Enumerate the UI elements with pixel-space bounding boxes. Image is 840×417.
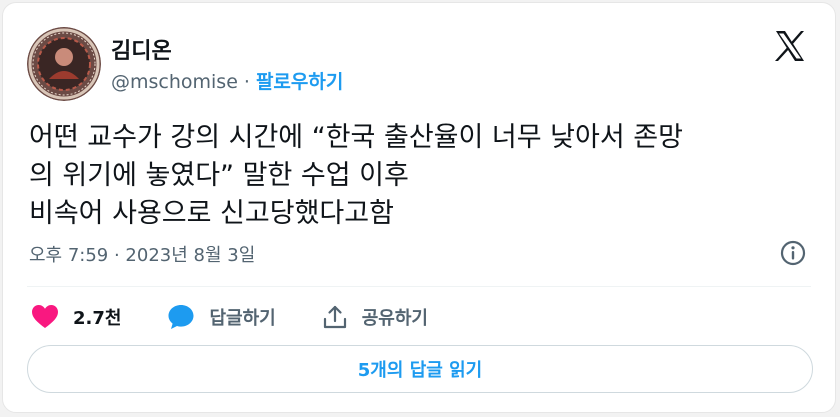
info-icon[interactable]	[779, 239, 807, 267]
tweet-timestamp[interactable]: 오후 7:59 · 2023년 8월 3일	[29, 241, 255, 267]
share-label: 공유하기	[361, 308, 428, 329]
tweet-line: 어떤 교수가 강의 시간에 “한국 출산율이 너무 낮아서 존망	[29, 122, 683, 153]
read-replies-button[interactable]: 5개의 답글 읽기	[27, 345, 813, 393]
tweet-line: 비속어 사용으로 신고당했다고함	[29, 198, 394, 229]
divider	[27, 286, 811, 287]
follow-button[interactable]: 팔로우하기	[256, 71, 343, 93]
tweet-card: 김디온 @mschomise · 팔로우하기 어떤 교수가 강의 시간에 “한국 출…	[2, 2, 836, 413]
share-button[interactable]: 공유하기	[322, 304, 428, 330]
speech-bubble-icon	[168, 305, 194, 329]
author-handle[interactable]: @mschomise	[111, 71, 238, 93]
share-icon	[323, 305, 346, 329]
like-button[interactable]: 2.7천	[31, 304, 121, 330]
author-meta: @mschomise · 팔로우하기	[111, 67, 343, 94]
reply-label: 답글하기	[209, 308, 276, 329]
separator-dot: ·	[243, 71, 250, 93]
tweet-line: 의 위기에 놓였다” 말한 수업 이후	[29, 160, 409, 191]
author-name[interactable]: 김디온	[111, 33, 172, 65]
x-logo-icon[interactable]	[773, 29, 807, 63]
tweet-text: 어떤 교수가 강의 시간에 “한국 출산율이 너무 낮아서 존망 의 위기에 놓…	[29, 119, 819, 233]
reply-button[interactable]: 답글하기	[167, 303, 276, 331]
action-bar: 2.7천 답글하기 공유하기	[31, 301, 474, 333]
heart-icon	[32, 305, 58, 328]
like-count: 2.7천	[73, 308, 122, 329]
avatar[interactable]	[27, 27, 101, 101]
